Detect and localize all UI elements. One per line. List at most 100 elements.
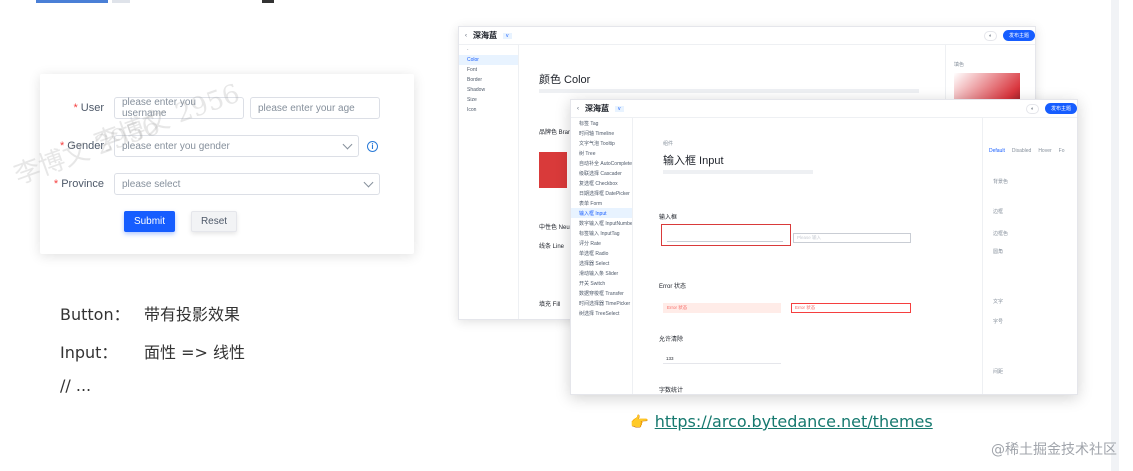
- error-input-outline[interactable]: Error 状态: [791, 303, 911, 313]
- username-input[interactable]: please enter you username: [114, 97, 244, 119]
- toolbar-pill[interactable]: ◐: [983, 30, 997, 41]
- sidebar-item[interactable]: 日期选择框 DatePicker: [571, 188, 632, 198]
- front-topbar: ‹ 深海蓝 v ◐ 发布主题: [571, 100, 1077, 118]
- back-sidebar: · Color Font Border Shadow Size Icon: [459, 45, 519, 319]
- top-accent-bar-secondary: [112, 0, 130, 3]
- sidebar-item-input[interactable]: 输入框 Input: [571, 208, 632, 218]
- tab-focus[interactable]: Fo: [1059, 148, 1065, 154]
- version-tag: v: [503, 32, 512, 39]
- breadcrumb: 组件: [663, 141, 674, 147]
- right-item: 间距: [993, 369, 1004, 375]
- front-description: [663, 170, 813, 174]
- front-page-title: 输入框 Input: [663, 155, 724, 167]
- pointing-hand-icon: 👉: [630, 413, 649, 431]
- note-input: Input： 面性 => 线性: [60, 343, 245, 362]
- sidebar-item[interactable]: 标签输入 InputTag: [571, 228, 632, 238]
- right-item: 字号: [993, 319, 1004, 325]
- right-item: 圆角: [993, 249, 1004, 255]
- toolbar-pill[interactable]: ◐: [1025, 103, 1039, 114]
- back-arrow-icon[interactable]: ‹: [465, 33, 467, 39]
- state-tabs: Default Disabled Hover Fo: [989, 148, 1065, 154]
- sidebar-item[interactable]: 单选框 Radio: [571, 248, 632, 258]
- sidebar-item[interactable]: 树选择 TreeSelect: [571, 308, 632, 318]
- right-item: 背景色: [993, 179, 1009, 185]
- back-arrow-icon[interactable]: ‹: [577, 106, 579, 112]
- section-word-count: 字数统计: [659, 388, 684, 394]
- sidebar-item[interactable]: 评分 Rate: [571, 238, 632, 248]
- section-input: 输入框: [659, 215, 678, 221]
- sidebar-item[interactable]: 标签 Tag: [571, 118, 632, 128]
- right-item: 边框色: [993, 231, 1009, 237]
- version-tag: v: [615, 105, 624, 112]
- sidebar-item[interactable]: 树 Tree: [571, 148, 632, 158]
- sidebar-item[interactable]: 时间选择器 TimePicker: [571, 298, 632, 308]
- back-topbar: ‹ 深海蓝 v ◐ 发布主题: [459, 27, 1035, 45]
- right-item: 边框: [993, 209, 1004, 215]
- theme-link-row: 👉 https://arco.bytedance.net/themes: [630, 412, 933, 431]
- input-preview[interactable]: Please 输入: [793, 233, 911, 243]
- sidebar-item[interactable]: 数字输入框 InputNumber: [571, 218, 632, 228]
- sidebar-item[interactable]: 滑动输入条 Slider: [571, 268, 632, 278]
- theme-link[interactable]: https://arco.bytedance.net/themes: [655, 412, 933, 431]
- front-screenshot: ‹ 深海蓝 v ◐ 发布主题 标签 Tag 时间轴 Timeline 文字气泡 …: [570, 99, 1078, 395]
- brand-name: 深海蓝: [473, 31, 497, 40]
- back-page-title: 颜色 Color: [539, 74, 591, 86]
- brand-name: 深海蓝: [585, 104, 609, 113]
- age-input[interactable]: please enter your age: [250, 97, 380, 119]
- province-select[interactable]: please select: [114, 173, 380, 195]
- sidebar-item[interactable]: Icon: [459, 105, 518, 115]
- sidebar-item[interactable]: ·: [459, 45, 518, 55]
- sidebar-item[interactable]: 表单 Form: [571, 198, 632, 208]
- sidebar-item[interactable]: 自动补全 AutoComplete: [571, 158, 632, 168]
- right-edge-strip: [1111, 0, 1119, 471]
- tab-hover[interactable]: Hover: [1038, 148, 1051, 154]
- right-tab[interactable]: 填色: [954, 61, 964, 68]
- chevron-down-icon: [342, 139, 353, 149]
- sidebar-item[interactable]: Font: [459, 65, 518, 75]
- line-label: 线条 Line: [539, 244, 565, 250]
- gender-select[interactable]: please enter you gender: [114, 135, 359, 157]
- form-card: * User please enter you username please e…: [40, 74, 414, 254]
- sidebar-item[interactable]: 时间轴 Timeline: [571, 128, 632, 138]
- sidebar-item[interactable]: Shadow: [459, 85, 518, 95]
- user-label: * User: [73, 102, 104, 114]
- sidebar-item[interactable]: 选择器 Select: [571, 258, 632, 268]
- section-error: Error 状态: [659, 284, 687, 290]
- sidebar-item[interactable]: Border: [459, 75, 518, 85]
- front-right-panel: Default Disabled Hover Fo 背景色 边框 边框色 圆角 …: [982, 118, 1077, 394]
- note-ellipsis: // ...: [60, 376, 92, 395]
- sidebar-item[interactable]: Size: [459, 95, 518, 105]
- fill-label: 填充 Fill: [539, 302, 561, 308]
- sidebar-item[interactable]: 开关 Switch: [571, 278, 632, 288]
- sidebar-item[interactable]: 文字气泡 Tooltip: [571, 138, 632, 148]
- error-input-filled[interactable]: Error 状态: [663, 303, 781, 313]
- info-icon[interactable]: i: [367, 140, 378, 152]
- front-sidebar: 标签 Tag 时间轴 Timeline 文字气泡 Tooltip 树 Tree …: [571, 118, 633, 394]
- sidebar-item[interactable]: 级联选择 Cascader: [571, 168, 632, 178]
- top-accent-bar: [36, 0, 108, 3]
- reset-button[interactable]: Reset: [191, 211, 237, 232]
- submit-button[interactable]: Submit: [124, 211, 175, 232]
- gender-label: * Gender: [60, 140, 104, 152]
- brand-color-swatch[interactable]: [539, 152, 567, 188]
- gender-row: * Gender please enter you gender i: [40, 135, 378, 157]
- publish-button[interactable]: 发布主题: [1044, 103, 1077, 114]
- sidebar-item-color[interactable]: Color: [459, 55, 518, 65]
- section-allow-clear: 允许清除: [659, 337, 684, 343]
- province-label: * Province: [53, 178, 104, 190]
- number-input[interactable]: 133: [663, 354, 781, 364]
- sidebar-item[interactable]: 复选框 Checkbox: [571, 178, 632, 188]
- publish-button[interactable]: 发布主题: [1002, 30, 1035, 41]
- sidebar-item[interactable]: 数据穿梭框 Transfer: [571, 288, 632, 298]
- credit-watermark: @稀土掘金技术社区: [991, 442, 1117, 458]
- user-row: * User please enter you username please e…: [40, 97, 380, 119]
- tab-disabled[interactable]: Disabled: [1012, 148, 1031, 154]
- back-description: [539, 89, 919, 93]
- note-button: Button： 带有投影效果: [60, 305, 241, 324]
- line-input-preview[interactable]: [667, 232, 783, 242]
- tab-default[interactable]: Default: [989, 148, 1005, 154]
- chevron-down-icon: [363, 177, 374, 187]
- neutral-color-label: 中性色 Neu: [539, 225, 570, 231]
- right-item: 文字: [993, 299, 1004, 305]
- province-row: * Province please select: [40, 173, 380, 195]
